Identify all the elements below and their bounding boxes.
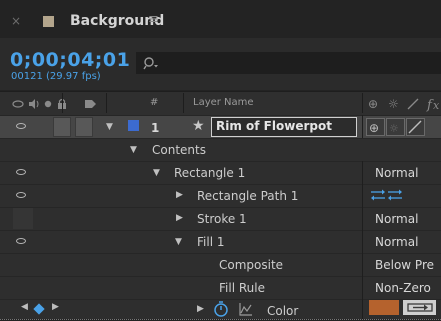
column-divider[interactable] [362, 93, 363, 113]
shy-switch-icon: ⊕ [368, 97, 378, 111]
column-divider [362, 230, 363, 253]
previous-keyframe-icon[interactable]: ◀ [21, 302, 28, 312]
visibility-eye-icon[interactable] [16, 123, 26, 129]
layer-name-column-header[interactable]: Layer Name [193, 97, 254, 108]
stroke-label: Stroke 1 [197, 212, 247, 226]
twirl-down-icon[interactable]: ▼ [106, 122, 113, 132]
twirl-right-icon[interactable]: ▶ [176, 213, 183, 223]
layer-label-color[interactable] [128, 120, 139, 131]
quality-switch-icon [407, 98, 419, 110]
fill-color-swatch[interactable] [369, 300, 399, 315]
solo-switch-box[interactable] [53, 117, 71, 137]
blend-mode-dropdown[interactable]: Normal [375, 235, 418, 249]
column-divider [362, 276, 363, 299]
search-icon[interactable] [143, 56, 159, 72]
visibility-eye-icon[interactable] [16, 169, 26, 175]
blend-mode-dropdown[interactable]: Normal [375, 212, 418, 226]
layer-name-text[interactable]: Rim of Flowerpot [216, 119, 332, 133]
column-divider [362, 253, 363, 276]
video-column-icon [12, 100, 24, 108]
audio-column-icon [29, 99, 35, 109]
fill-rule-dropdown[interactable]: Non-Zero [375, 281, 431, 295]
visibility-toggle-off[interactable] [13, 208, 33, 229]
layer-switches[interactable]: ⊕ ☼ [366, 118, 426, 136]
collapse-switch-icon: ☼ [389, 122, 399, 135]
column-divider [362, 207, 363, 230]
graph-editor-icon[interactable] [239, 302, 253, 316]
twirl-right-icon[interactable]: ▶ [197, 304, 204, 314]
column-divider [362, 299, 363, 319]
contents-label: Contents [152, 143, 206, 157]
next-keyframe-icon[interactable]: ▶ [52, 302, 59, 312]
visibility-eye-icon[interactable] [16, 192, 26, 198]
fill-rule-label: Fill Rule [219, 281, 265, 295]
column-divider[interactable] [183, 93, 184, 113]
column-divider [62, 93, 63, 113]
composite-label: Composite [219, 258, 284, 272]
column-divider [362, 161, 363, 184]
twirl-down-icon[interactable]: ▼ [130, 145, 137, 155]
current-time-display[interactable]: 0;00;04;01 [10, 49, 130, 71]
layer-number: 1 [151, 121, 160, 135]
switches-header: ⊕ ☼ f x [368, 97, 440, 112]
av-features-header [12, 98, 96, 109]
panel-menu-icon[interactable]: ≡ [148, 12, 159, 27]
panel-tab-bar [0, 0, 441, 38]
svg-text:x: x [433, 99, 440, 112]
lock-switch-box[interactable] [75, 117, 93, 137]
column-divider [362, 115, 363, 138]
rectangle-path-label: Rectangle Path 1 [197, 189, 299, 203]
eyedropper-icon [407, 303, 433, 312]
twirl-down-icon[interactable]: ▼ [175, 237, 182, 247]
search-input[interactable] [136, 52, 441, 74]
composite-dropdown[interactable]: Below Pre [375, 258, 434, 272]
column-divider [362, 184, 363, 207]
number-column-header[interactable]: # [150, 97, 158, 108]
stopwatch-icon[interactable] [213, 300, 229, 318]
visibility-eye-icon[interactable] [16, 238, 26, 244]
property-row[interactable] [0, 138, 441, 161]
twirl-down-icon[interactable]: ▼ [153, 168, 160, 178]
collapse-switch-icon: ☼ [388, 97, 399, 111]
close-tab-icon[interactable]: × [11, 14, 21, 28]
shape-layer-star-icon: ★ [192, 118, 205, 134]
blend-mode-dropdown[interactable]: Normal [375, 166, 418, 180]
path-direction-icon[interactable] [369, 188, 403, 202]
rectangle-group-label: Rectangle 1 [174, 166, 246, 180]
label-column-icon [85, 100, 96, 108]
fill-label: Fill 1 [197, 235, 225, 249]
twirl-right-icon[interactable]: ▶ [176, 190, 183, 200]
composition-label-color [43, 16, 54, 27]
column-divider[interactable] [106, 93, 107, 113]
solo-column-icon [44, 100, 52, 108]
frame-count-display: 00121 (29.97 fps) [11, 71, 101, 82]
shy-switch-icon: ⊕ [369, 121, 379, 135]
color-property-label: Color [267, 304, 299, 318]
